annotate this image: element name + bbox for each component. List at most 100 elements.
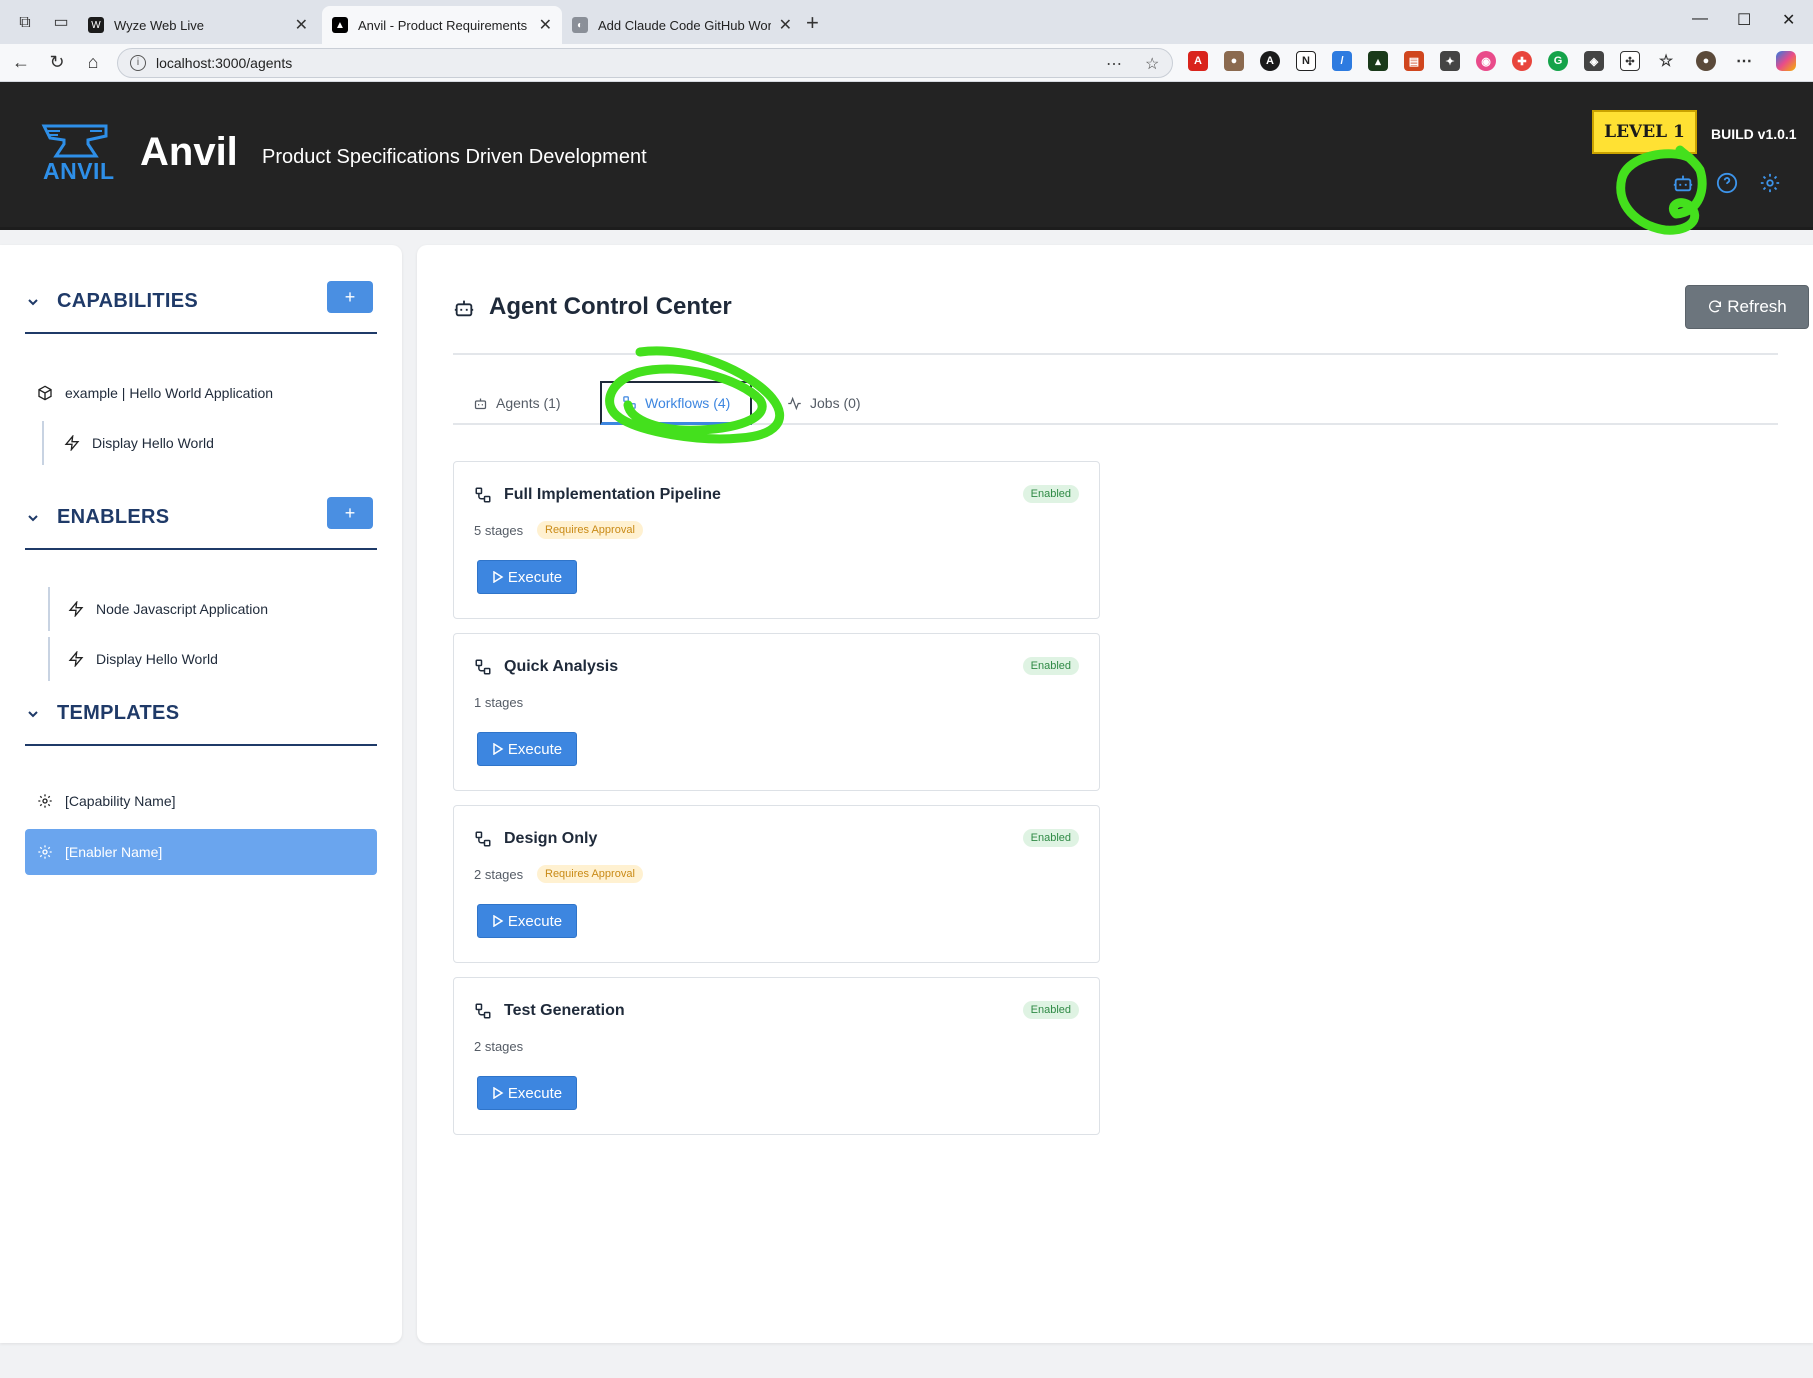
close-window-icon[interactable]: ✕ [1782,10,1795,30]
settings-gear-icon[interactable] [1759,172,1781,194]
close-tab-icon[interactable]: ✕ [295,15,308,35]
main-header: Agent Control Center Refresh [453,285,1809,355]
stage-count: 2 stages [474,867,524,882]
extension-icon[interactable]: ✚ [1512,51,1532,71]
workflow-name: Design Only [504,830,598,847]
sidebar-item-label: [Capability Name] [65,793,176,809]
section-title: ENABLERS [57,506,170,528]
extension-icon[interactable]: ▤ [1404,51,1424,71]
extension-icon[interactable]: ● [1224,51,1244,71]
execute-label: Execute [507,912,563,930]
notion-extension-icon[interactable]: N [1296,51,1316,71]
capabilities-section-header[interactable]: CAPABILITIES + [25,281,377,334]
zap-icon [68,651,84,667]
workflow-card: Design Only Enabled 2 stages Requires Ap… [453,805,1100,963]
address-bar[interactable]: i localhost:3000/agents ⋯ ☆ [117,48,1173,78]
reader-icon[interactable]: ⋯ [1106,54,1122,74]
browser-tab-github[interactable]: ◐ Add Claude Code GitHub Workflo ✕ [562,6,802,44]
status-badge: Enabled [1022,829,1079,847]
help-icon[interactable] [1716,172,1738,194]
tab-agents[interactable]: Agents (1) [453,381,581,425]
execute-button[interactable]: Execute [477,560,577,594]
extension-icon[interactable]: ◉ [1476,51,1496,71]
workspaces-icon[interactable]: ⧉ [14,12,36,34]
sidebar-item-template-selected[interactable]: [Enabler Name] [25,829,377,875]
workflow-icon [623,396,636,409]
extensions-puzzle-icon[interactable]: ✣ [1620,51,1640,71]
minimize-icon[interactable]: — [1692,10,1708,28]
new-tab-icon[interactable]: + [806,10,819,36]
back-icon[interactable]: ← [9,52,33,73]
extension-icon[interactable]: ✦ [1440,51,1460,71]
gear-icon [38,845,52,859]
sidebar-item-label: Display Hello World [96,651,218,667]
browser-toolbar: ← ↻ ⌂ i localhost:3000/agents ⋯ ☆ [0,44,1813,82]
tab-workflows[interactable]: Workflows (4) [600,381,753,425]
bitwarden-extension-icon[interactable]: ◈ [1584,51,1604,71]
maximize-icon[interactable]: ☐ [1737,10,1751,30]
status-badge: Enabled [1022,485,1079,503]
stage-count: 1 stages [474,695,524,710]
templates-section-header[interactable]: TEMPLATES [25,696,377,746]
tab-actions-icon[interactable]: ▭ [50,12,72,34]
reload-icon[interactable]: ↻ [45,52,69,73]
add-capability-button[interactable]: + [327,281,373,313]
zap-icon [68,601,84,617]
extension-icon[interactable]: / [1332,51,1352,71]
workflow-card: Full Implementation Pipeline Enabled 5 s… [453,461,1100,619]
chevron-down-icon[interactable] [27,708,39,720]
page-title: Agent Control Center [489,293,732,320]
sidebar-item-capability[interactable]: example | Hello World Application [25,371,377,415]
execute-button[interactable]: Execute [477,732,577,766]
favorite-star-icon[interactable]: ☆ [1145,54,1159,74]
execute-button[interactable]: Execute [477,1076,577,1110]
refresh-button[interactable]: Refresh [1685,285,1809,329]
extension-icon[interactable]: ▴ [1368,51,1388,71]
build-version: BUILD v1.0.1 [1711,126,1797,142]
sidebar-item-template[interactable]: [Capability Name] [25,779,377,823]
execute-button[interactable]: Execute [477,904,577,938]
activity-icon [788,396,801,410]
pdf-extension-icon[interactable]: A [1188,51,1208,71]
tab-label: Agents (1) [496,395,561,411]
section-title: TEMPLATES [57,702,180,724]
favorites-icon[interactable]: ☆ [1656,51,1676,71]
play-icon [493,743,504,755]
sidebar-item-enabler[interactable]: Display Hello World [42,421,377,465]
approval-badge: Requires Approval [537,521,643,539]
site-info-icon[interactable]: i [130,55,146,71]
refresh-icon [1709,300,1722,313]
more-options-icon[interactable]: ⋯ [1734,51,1754,71]
browser-tab-anvil[interactable]: ▲ Anvil - Product Requirements Ma ✕ [322,6,562,44]
package-icon [38,385,52,401]
grammarly-extension-icon[interactable]: G [1548,51,1568,71]
url-text: localhost:3000/agents [156,55,293,71]
copilot-icon[interactable] [1776,51,1796,71]
wyze-favicon-icon: W [88,17,104,33]
home-icon[interactable]: ⌂ [81,52,105,73]
sidebar-item-enabler[interactable]: Node Javascript Application [48,587,377,631]
level-badge: LEVEL 1 [1592,110,1697,154]
add-enabler-button[interactable]: + [327,497,373,529]
chevron-down-icon[interactable] [27,512,39,524]
play-icon [493,915,504,927]
close-tab-icon[interactable]: ✕ [539,15,552,35]
play-icon [493,1087,504,1099]
enablers-section-header[interactable]: ENABLERS + [25,497,377,550]
workflow-name: Test Generation [504,1002,625,1019]
browser-tab-strip: ⧉ ▭ W Wyze Web Live ✕ ▲ Anvil - Product … [0,0,1813,44]
zap-icon [64,435,80,451]
tab-title: Anvil - Product Requirements Ma [358,17,531,33]
sidebar-item-enabler[interactable]: Display Hello World [48,637,377,681]
profile-avatar[interactable]: ● [1696,51,1716,71]
extension-icon[interactable]: A [1260,51,1280,71]
tab-jobs[interactable]: Jobs (0) [767,381,881,425]
play-icon [493,571,504,583]
agents-robot-icon[interactable] [1672,172,1694,194]
sidebar-item-label: Node Javascript Application [96,601,268,617]
workflow-icon [475,1003,491,1019]
browser-tab-wyze[interactable]: W Wyze Web Live ✕ [78,6,318,44]
close-tab-icon[interactable]: ✕ [779,15,792,35]
sidebar-item-label: example | Hello World Application [65,385,274,401]
chevron-down-icon[interactable] [27,296,39,308]
